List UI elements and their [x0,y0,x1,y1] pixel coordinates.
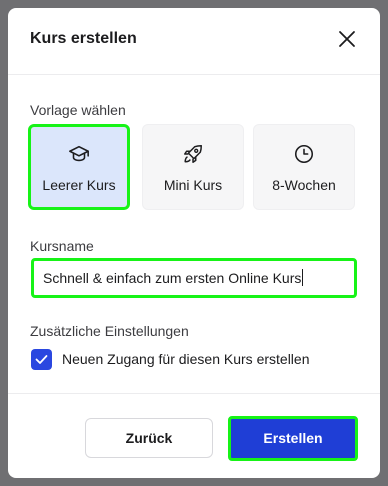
template-card-mini-kurs[interactable]: Mini Kurs [142,124,244,210]
checkmark-icon [35,355,48,364]
clock-icon [294,144,314,164]
text-cursor [302,269,304,286]
course-name-input[interactable]: Schnell & einfach zum ersten Online Kurs [31,258,357,298]
create-course-dialog: Kurs erstellen Vorlage wählen Leerer Kur… [8,8,380,478]
back-button[interactable]: Zurück [85,418,213,458]
extra-settings-label: Zusätzliche Einstellungen [30,323,189,339]
template-card-label: Mini Kurs [163,177,223,193]
create-button[interactable]: Erstellen [228,416,358,461]
rocket-icon [184,145,202,163]
dialog-footer [8,393,380,394]
new-access-checkbox[interactable] [31,349,52,370]
course-name-value: Schnell & einfach zum ersten Online Kurs [43,270,302,286]
course-name-label: Kursname [30,238,94,254]
template-card-label: 8-Wochen [272,177,336,193]
template-card-8-wochen[interactable]: 8-Wochen [253,124,355,210]
close-button[interactable] [338,30,356,48]
dialog-header: Kurs erstellen [8,8,380,75]
dialog-title: Kurs erstellen [30,30,137,47]
template-card-leerer-kurs[interactable]: Leerer Kurs [28,124,130,210]
template-card-label: Leerer Kurs [42,177,116,193]
template-section-label: Vorlage wählen [30,102,126,118]
new-access-checkbox-label[interactable]: Neuen Zugang für diesen Kurs erstellen [62,351,309,367]
close-icon [339,31,355,47]
graduation-cap-icon [69,145,89,162]
